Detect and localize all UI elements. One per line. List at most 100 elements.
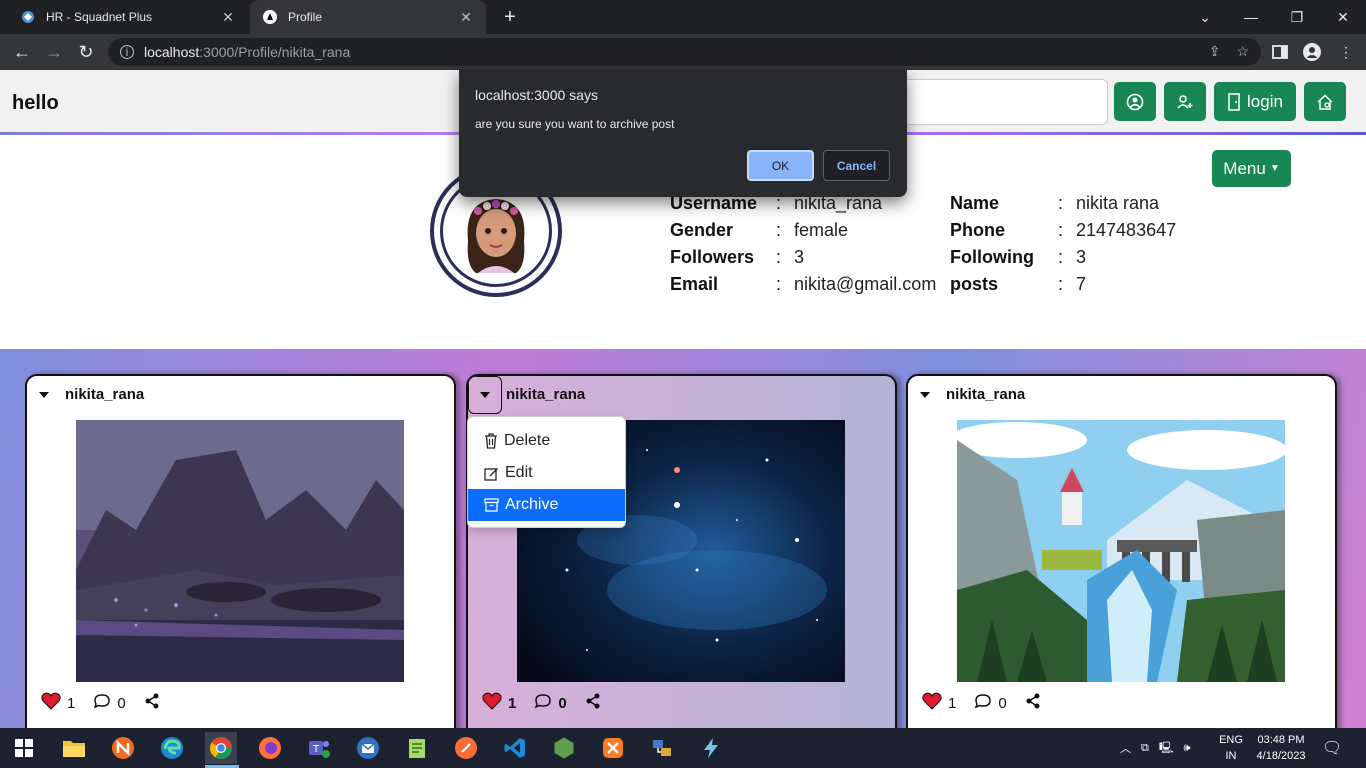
post-card: nikita_rana 1 0 [25,374,456,744]
caret-down-icon: ▼ [1269,163,1280,174]
cancel-button[interactable]: Cancel [823,150,890,181]
site-info-icon[interactable]: i [120,45,134,59]
post-options-toggle[interactable] [918,388,932,402]
vscode-icon[interactable] [499,732,531,764]
edit-label: Edit [505,464,533,481]
followers-value: 3 [794,247,805,267]
tab-search-chevron-icon[interactable]: ⌄ [1182,0,1228,34]
phone-label: Phone [950,220,1006,240]
chevron-up-icon[interactable]: ︿ [1120,740,1131,756]
tab-title: HR - Squadnet Plus [46,10,153,24]
share-icon[interactable] [585,693,601,713]
post-username: nikita_rana [946,386,1026,403]
forward-button[interactable]: → [40,38,68,66]
bookmark-star-icon[interactable]: ☆ [1236,43,1249,60]
comment-icon[interactable] [534,693,552,713]
post-options-toggle[interactable] [468,376,502,414]
file-explorer-icon[interactable] [58,732,90,764]
like-count: 1 [508,694,517,712]
teams-icon[interactable]: T [303,732,335,764]
network-tool-icon[interactable] [646,732,678,764]
profile-button[interactable] [1114,82,1156,121]
lang-top: ENG [1219,734,1243,746]
followers-label: Followers [670,247,755,267]
share-icon[interactable] [1025,693,1041,713]
colon: : [776,220,782,240]
lang-bottom: IN [1225,750,1237,762]
reload-button[interactable]: ↻ [72,38,100,66]
browser-tab-profile[interactable]: Profile ✕ [250,0,486,34]
language-indicator[interactable]: ENG IN [1218,728,1244,768]
door-icon [1228,92,1240,111]
volume-icon[interactable]: 🕪 [1184,742,1191,755]
search-input[interactable] [890,79,1108,125]
edit-menu-item[interactable]: Edit [468,457,625,489]
following-value: 3 [1076,247,1087,267]
browser-menu-icon[interactable]: ⋮ [1332,38,1360,66]
login-button[interactable]: login [1214,82,1296,121]
clock[interactable]: 03:48 PM 4/18/2023 [1248,732,1314,764]
firefox-icon[interactable] [254,732,286,764]
side-panel-icon[interactable] [1266,38,1294,66]
heart-icon[interactable] [482,692,502,714]
close-window-button[interactable]: ✕ [1320,0,1366,34]
name-label: Name [950,193,1000,213]
add-user-button[interactable] [1164,82,1206,121]
post-actions: 1 0 [922,692,1041,714]
archive-menu-item[interactable]: Archive [468,489,625,521]
like-count: 1 [67,694,76,712]
email-label: Email [670,274,719,294]
minimize-button[interactable]: — [1228,0,1274,34]
close-tab-icon[interactable]: ✕ [458,9,474,26]
gender-label: Gender [670,220,734,240]
caret-down-icon [920,392,930,398]
browser-tab-strip: HR - Squadnet Plus ✕ Profile ✕ + ⌄ — ❐ ✕ [0,0,1366,34]
heart-icon[interactable] [41,692,61,714]
xampp-icon[interactable] [597,732,629,764]
url-host: localhost [144,44,200,60]
app-orange-n-icon[interactable] [107,732,139,764]
windows-start-icon[interactable] [8,732,40,764]
post-image[interactable] [76,420,404,682]
postman-icon[interactable] [450,732,482,764]
clock-date: 4/18/2023 [1256,750,1306,762]
archive-label: Archive [505,496,559,513]
post-options-toggle[interactable] [37,388,51,402]
home-button[interactable] [1304,82,1346,121]
profile-menu-button[interactable]: Menu ▼ [1212,150,1291,187]
notepad-plus-icon[interactable] [401,732,433,764]
archive-icon [484,498,499,512]
address-bar[interactable]: i localhost:3000/Profile/nikita_rana ⇪ ☆ [108,38,1261,66]
url-path: :3000/Profile/nikita_rana [199,44,351,60]
chrome-browser-icon[interactable] [205,732,237,764]
new-tab-button[interactable]: + [498,5,522,29]
share-icon[interactable] [144,693,160,713]
mail-app-icon[interactable] [352,732,384,764]
name-value: nikita rana [1076,193,1160,213]
post-image[interactable] [957,420,1285,682]
back-button[interactable]: ← [8,38,36,66]
ok-button[interactable]: OK [747,150,814,181]
delete-menu-item[interactable]: Delete [468,425,625,457]
browser-tab-hr[interactable]: HR - Squadnet Plus ✕ [8,0,248,34]
share-icon[interactable]: ⇪ [1209,43,1221,60]
restore-button[interactable]: ❐ [1274,0,1320,34]
comment-icon[interactable] [974,693,992,713]
dialog-message: are you sure you want to archive post [475,117,675,131]
squadnet-favicon-icon [20,9,36,25]
nextjs-favicon-icon [262,9,278,25]
notifications-icon[interactable]: 🗨 [1322,728,1342,768]
clock-time: 03:48 PM [1257,734,1305,746]
nodejs-icon[interactable] [548,732,580,764]
login-label: login [1247,91,1283,111]
edge-browser-icon[interactable] [156,732,188,764]
heart-icon[interactable] [922,692,942,714]
close-tab-icon[interactable]: ✕ [220,9,236,26]
colon: : [1058,274,1064,294]
profile-avatar-icon[interactable] [1298,38,1326,66]
colon: : [1058,193,1064,213]
network-icon[interactable]: 🖳 [1159,739,1174,758]
comment-icon[interactable] [93,693,111,713]
meet-now-icon[interactable]: ⧉ [1141,742,1149,755]
thunder-client-icon[interactable] [695,732,727,764]
